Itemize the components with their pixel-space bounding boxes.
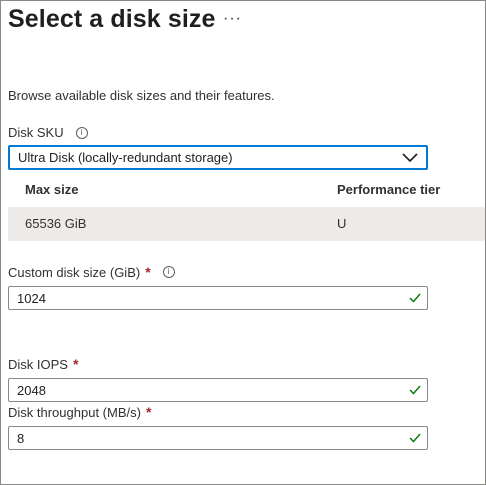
throughput-label-row: Disk throughput (MB/s) * xyxy=(8,404,151,420)
page-description: Browse available disk sizes and their fe… xyxy=(8,88,275,103)
disk-size-panel: Select a disk size ··· Browse available … xyxy=(0,0,486,485)
checkmark-icon xyxy=(409,433,421,443)
table-row[interactable]: 65536 GiB U xyxy=(8,207,485,241)
disk-sku-label: Disk SKU xyxy=(8,125,64,140)
custom-size-input[interactable]: 1024 xyxy=(8,286,428,310)
custom-size-value: 1024 xyxy=(17,290,46,306)
column-header-max-size: Max size xyxy=(25,182,79,197)
column-header-performance-tier: Performance tier xyxy=(337,182,441,197)
info-icon[interactable]: i xyxy=(162,266,175,278)
checkmark-icon xyxy=(409,293,421,303)
throughput-input[interactable]: 8 xyxy=(8,426,428,450)
checkmark-icon xyxy=(409,385,421,395)
required-indicator: * xyxy=(72,356,79,372)
required-indicator: * xyxy=(145,264,151,280)
iops-input[interactable]: 2048 xyxy=(8,378,428,402)
iops-label-row: Disk IOPS * xyxy=(8,356,78,372)
disk-sku-label-row: Disk SKU i xyxy=(8,125,88,140)
custom-size-label: Custom disk size (GiB) xyxy=(8,264,141,280)
custom-size-label-row: Custom disk size (GiB) * i xyxy=(8,264,175,280)
cell-max-size: 65536 GiB xyxy=(25,216,87,231)
throughput-value: 8 xyxy=(17,430,25,446)
cell-performance-tier: U xyxy=(337,216,347,231)
table-header: Max size Performance tier xyxy=(8,173,485,205)
iops-value: 2048 xyxy=(17,382,46,398)
required-indicator: * xyxy=(145,404,152,420)
page-title: Select a disk size xyxy=(8,5,216,33)
more-options-button[interactable]: ··· xyxy=(223,10,242,28)
info-icon[interactable]: i xyxy=(75,126,88,139)
disk-sku-dropdown[interactable]: Ultra Disk (locally-redundant storage) xyxy=(8,145,428,170)
disk-sku-selected-value: Ultra Disk (locally-redundant storage) xyxy=(18,150,233,165)
chevron-down-icon xyxy=(402,152,418,162)
iops-label: Disk IOPS xyxy=(8,356,68,372)
throughput-label: Disk throughput (MB/s) xyxy=(8,404,141,420)
